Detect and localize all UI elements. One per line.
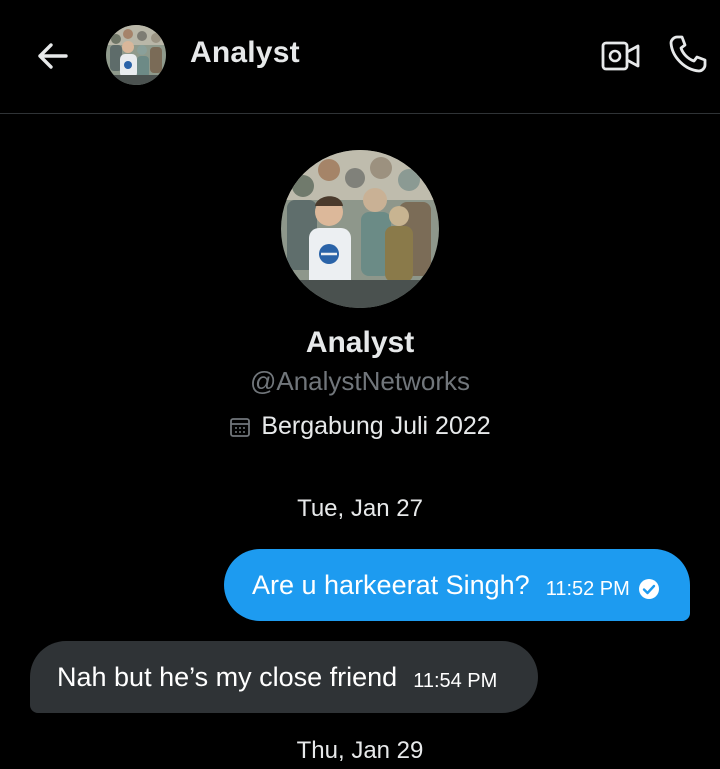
profile-avatar[interactable] (281, 150, 439, 308)
video-call-button[interactable] (598, 34, 644, 78)
message-text: Are u harkeerat Singh? (252, 569, 530, 600)
received-message-bubble[interactable]: Nah but he’s my close friend 11:54 PM (30, 641, 538, 713)
profile-handle: @AnalystNetworks (249, 366, 470, 396)
dm-conversation-screen: Analyst Analyst @AnalystNetworks Bergabu… (0, 0, 720, 769)
conversation-title[interactable]: Analyst (190, 36, 300, 70)
sent-message-bubble[interactable]: Are u harkeerat Singh? 11:52 PM (224, 549, 690, 621)
message-timestamp: 11:52 PM (545, 577, 630, 600)
conversation-header: Analyst (0, 0, 720, 114)
video-call-icon (601, 41, 640, 71)
message-text: Nah but he’s my close friend (57, 661, 398, 692)
message-timestamp: 11:54 PM (413, 669, 498, 692)
calendar-icon (230, 417, 251, 437)
voice-call-button[interactable] (664, 30, 712, 78)
joined-date-text: Bergabung Juli 2022 (261, 412, 491, 440)
arrow-left-icon (38, 43, 68, 69)
header-avatar[interactable] (106, 25, 166, 85)
joined-date-row: Bergabung Juli 2022 (0, 412, 720, 441)
profile-name: Analyst (305, 326, 415, 359)
phone-icon (669, 35, 707, 73)
date-separator: Tue, Jan 27 (297, 495, 423, 522)
date-separator: Thu, Jan 29 (296, 737, 424, 764)
back-button[interactable] (30, 34, 74, 78)
read-receipt-icon (638, 579, 659, 599)
